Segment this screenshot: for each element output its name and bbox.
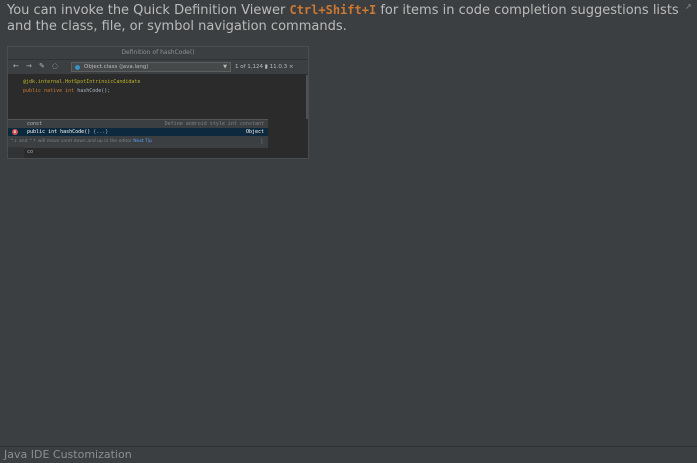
tip-text-before: You can invoke the Quick Definition View… bbox=[7, 3, 290, 18]
tip-text: You can invoke the Quick Definition View… bbox=[7, 2, 695, 35]
back-arrow-icon: ← bbox=[13, 62, 19, 70]
completion-hint: ^↓ and ^↑ will move caret down and up in… bbox=[8, 137, 268, 147]
editor-gutter bbox=[8, 147, 24, 158]
completion-item-hashcode: m public int hashCode() {...} Object bbox=[8, 128, 268, 136]
next-tip-link: Next Tip bbox=[133, 139, 152, 144]
close-icon: × bbox=[288, 64, 294, 70]
completion-item-label: const bbox=[27, 121, 43, 127]
code-kw-int: int bbox=[65, 88, 75, 94]
code-annotation: @jdk.internal.HotSpotIntrinsicCandidate bbox=[23, 79, 141, 85]
code-method: hashCode(); bbox=[77, 88, 111, 94]
pin-icon: ◌ bbox=[52, 62, 59, 70]
completion-item-const: const Define android style int constant bbox=[8, 120, 268, 128]
more-options-icon: ⋮ bbox=[259, 138, 265, 145]
preview-toolbar: ← → ✎ ◌ Object.class (java.lang) ▼ 1 of … bbox=[8, 60, 308, 75]
method-icon: m bbox=[12, 129, 18, 135]
preview-window-title: Definition of hashCode() bbox=[8, 47, 308, 60]
definition-counter: 1 of 1,124 ▮ 11.0.3 × bbox=[235, 62, 293, 72]
chevron-down-icon: ▼ bbox=[223, 64, 227, 70]
definition-code: @jdk.internal.HotSpotIntrinsicCandidate … bbox=[23, 78, 140, 96]
hint-text: ^↓ and ^↑ will move caret down and up in… bbox=[10, 139, 132, 144]
source-select: Object.class (java.lang) ▼ bbox=[71, 62, 231, 72]
editor-typed-text: co bbox=[27, 149, 34, 155]
counter-text: 1 of 1,124 bbox=[235, 64, 264, 70]
version-text: 11.0.3 bbox=[269, 64, 288, 70]
source-select-label: Object.class (java.lang) bbox=[84, 64, 149, 70]
code-kw-native: native bbox=[44, 88, 63, 94]
scrollbar bbox=[306, 75, 308, 119]
completion-item-label: public int hashCode() bbox=[27, 129, 91, 135]
completion-item-type: Object bbox=[245, 129, 264, 135]
shortcut-label: Ctrl+Shift+I bbox=[289, 3, 377, 17]
status-bar-label: Java IDE Customization bbox=[4, 448, 132, 461]
edit-icon: ✎ bbox=[39, 62, 45, 70]
completion-item-params: {...} bbox=[93, 129, 109, 135]
code-kw-public: public bbox=[23, 88, 42, 94]
library-icon: ▮ bbox=[264, 64, 268, 70]
completion-popup: const Define android style int constant … bbox=[8, 119, 268, 148]
status-bar: Java IDE Customization bbox=[0, 446, 697, 462]
class-icon bbox=[75, 64, 80, 70]
completion-item-signature: public int hashCode() {...} bbox=[27, 128, 108, 136]
completion-item-type: Define android style int constant bbox=[164, 121, 264, 127]
forward-arrow-icon: → bbox=[26, 62, 32, 70]
quick-definition-preview-image: Definition of hashCode() ← → ✎ ◌ Object.… bbox=[7, 46, 309, 159]
